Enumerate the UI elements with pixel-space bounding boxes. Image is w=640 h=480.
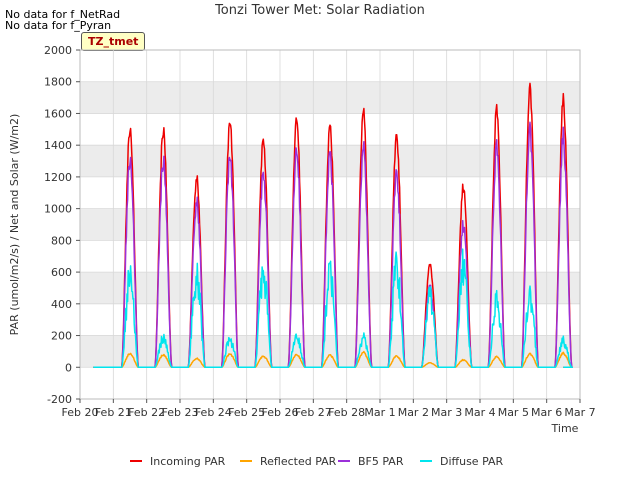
plot-band [80, 81, 580, 114]
y-axis-label: PAR (umol/m2/s) / Net and Solar (W/m2) [8, 114, 21, 336]
y-tick-label: 1800 [44, 76, 72, 89]
x-tick-label: Feb 21 [95, 406, 132, 419]
x-tick-label: Mar 5 [498, 406, 529, 419]
y-tick-label: 1400 [44, 139, 72, 152]
x-tick-label: Mar 2 [398, 406, 429, 419]
y-tick-label: 2000 [44, 44, 72, 57]
y-tick-label: 200 [51, 330, 72, 343]
y-tick-label: 400 [51, 298, 72, 311]
x-tick-label: Mar 4 [464, 406, 495, 419]
y-tick-label: 1000 [44, 203, 72, 216]
x-tick-label: Mar 7 [564, 406, 595, 419]
legend-label: Diffuse PAR [440, 455, 504, 468]
x-tick-label: Feb 22 [128, 406, 165, 419]
plot-band [80, 272, 580, 304]
x-tick-label: Mar 3 [431, 406, 462, 419]
x-tick-label: Feb 28 [328, 406, 365, 419]
y-tick-label: 0 [65, 361, 72, 374]
x-tick-label: Feb 26 [262, 406, 299, 419]
y-tick-label: 1200 [44, 171, 72, 184]
x-tick-label: Feb 23 [162, 406, 199, 419]
x-tick-label: Mar 6 [531, 406, 562, 419]
y-tick-label: 1600 [44, 107, 72, 120]
plot-band [80, 208, 580, 241]
legend-label: Reflected PAR [260, 455, 337, 468]
x-tick-label: Feb 24 [195, 406, 232, 419]
legend-label: Incoming PAR [150, 455, 226, 468]
y-tick-label: 600 [51, 266, 72, 279]
x-tick-label: Feb 25 [228, 406, 265, 419]
x-tick-label: Feb 20 [62, 406, 99, 419]
y-tick-label: 800 [51, 234, 72, 247]
x-axis-label: Time [551, 422, 579, 435]
x-tick-label: Feb 27 [295, 406, 332, 419]
y-tick-label: -200 [47, 393, 72, 406]
plot-band [80, 145, 580, 177]
legend-label: BF5 PAR [358, 455, 404, 468]
solar-radiation-chart: -200 0 200 400 600 800 1000 1200 1400 1600 1800 200… [8, 44, 596, 468]
x-tick-label: Mar 1 [364, 406, 395, 419]
